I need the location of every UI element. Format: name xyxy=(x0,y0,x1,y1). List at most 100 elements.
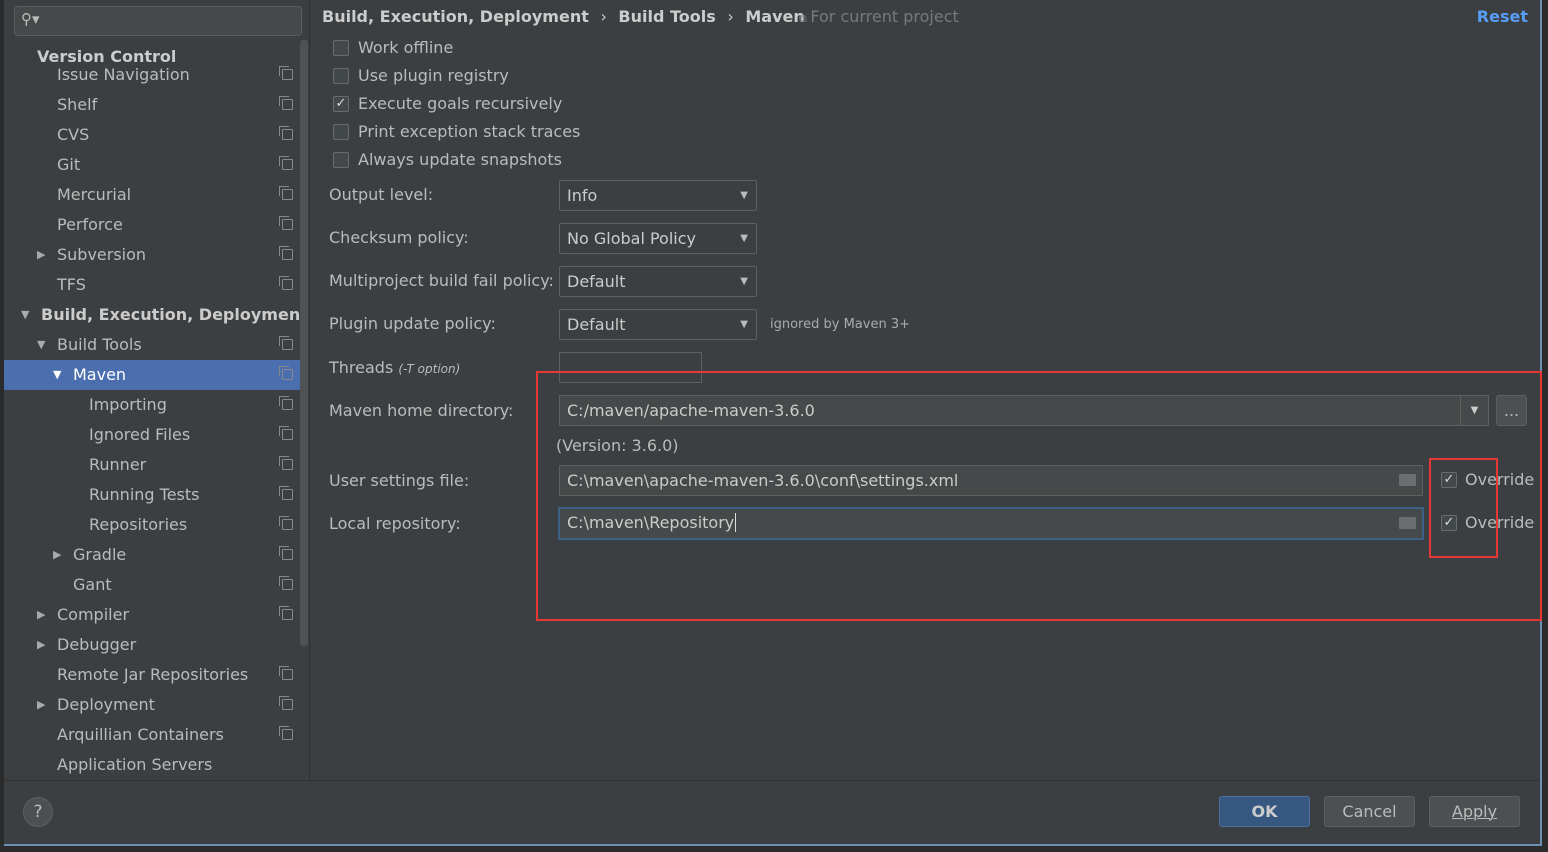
project-scope-icon xyxy=(279,186,293,200)
highlight-box xyxy=(536,371,1542,621)
plugin-update-label: Plugin update policy: xyxy=(329,314,496,333)
breadcrumb: Build, Execution, Deployment › Build Too… xyxy=(322,7,805,26)
option-checkbox-label[interactable]: Use plugin registry xyxy=(358,66,509,85)
sidebar-item[interactable]: Gant xyxy=(4,570,300,600)
sidebar-item-label: Shelf xyxy=(57,95,98,114)
sidebar-item[interactable]: Running Tests xyxy=(4,480,300,510)
sidebar-item[interactable]: TFS xyxy=(4,270,300,300)
plugin-update-value: Default xyxy=(567,315,626,334)
project-scope-icon xyxy=(279,726,293,740)
option-checkbox-label[interactable]: Print exception stack traces xyxy=(358,122,580,141)
search-input[interactable]: ⚲▾ xyxy=(14,6,302,36)
copy-icon: ⧉ xyxy=(799,12,811,25)
sidebar-item-label: Repositories xyxy=(89,515,188,534)
project-scope-icon xyxy=(279,606,293,620)
sidebar-item[interactable]: Mercurial xyxy=(4,180,300,210)
option-checkbox[interactable] xyxy=(333,40,349,56)
sidebar-item[interactable]: Remote Jar Repositories xyxy=(4,660,300,690)
apply-button[interactable]: Apply xyxy=(1429,796,1520,827)
project-scope-icon xyxy=(279,486,293,500)
sidebar-section-header: Version Control xyxy=(37,47,297,66)
plugin-update-select[interactable]: Default ▼ xyxy=(559,309,757,340)
project-scope-icon xyxy=(279,456,293,470)
checksum-policy-select[interactable]: No Global Policy ▼ xyxy=(559,223,757,254)
option-checkbox[interactable] xyxy=(333,152,349,168)
sidebar-item-label: Remote Jar Repositories xyxy=(57,665,249,684)
sidebar-item[interactable]: ▼ Build, Execution, Deployment xyxy=(4,300,308,330)
sidebar-item-label: Perforce xyxy=(57,215,123,234)
sidebar-item[interactable]: Shelf xyxy=(4,90,300,120)
output-level-label: Output level: xyxy=(329,185,434,204)
expanded-arrow-icon[interactable]: ▼ xyxy=(21,300,29,330)
project-scope-icon xyxy=(279,696,293,710)
sidebar-item[interactable]: Ignored Files xyxy=(4,420,300,450)
option-checkbox[interactable]: ✓ xyxy=(333,96,349,112)
ok-button[interactable]: OK xyxy=(1219,796,1310,827)
expanded-arrow-icon[interactable]: ▼ xyxy=(53,360,61,390)
multiproject-value: Default xyxy=(567,272,626,291)
sidebar-item-label: TFS xyxy=(57,275,86,294)
collapsed-arrow-icon[interactable]: ▶ xyxy=(53,540,61,570)
sidebar-item[interactable]: Perforce xyxy=(4,210,300,240)
option-checkbox-label[interactable]: Execute goals recursively xyxy=(358,94,562,113)
sidebar-item[interactable]: Importing xyxy=(4,390,300,420)
sidebar-item[interactable]: ▶ Subversion xyxy=(4,240,300,270)
sidebar-scrollbar[interactable] xyxy=(300,40,308,646)
breadcrumb-item[interactable]: Build Tools xyxy=(618,7,715,26)
breadcrumb-item[interactable]: Build, Execution, Deployment xyxy=(322,7,589,26)
project-scope-icon xyxy=(279,366,293,380)
sidebar-item[interactable]: Git xyxy=(4,150,300,180)
sidebar-item[interactable]: ▶ Debugger xyxy=(4,630,300,660)
option-checkbox-label[interactable]: Always update snapshots xyxy=(358,150,562,169)
project-scope-icon xyxy=(279,546,293,560)
sidebar-item[interactable]: Application Servers xyxy=(4,750,300,780)
multiproject-select[interactable]: Default ▼ xyxy=(559,266,757,297)
scope-text: For current project xyxy=(810,7,959,26)
help-button[interactable]: ? xyxy=(23,797,53,827)
sidebar-item[interactable]: Runner xyxy=(4,450,300,480)
breadcrumb-item: Maven xyxy=(745,7,805,26)
option-checkbox[interactable] xyxy=(333,124,349,140)
dialog-footer: ? OK Cancel Apply xyxy=(4,780,1540,844)
expanded-arrow-icon[interactable]: ▼ xyxy=(37,330,45,360)
option-checkbox-label[interactable]: Work offline xyxy=(358,38,453,57)
chevron-down-icon: ▼ xyxy=(740,276,748,287)
sidebar-item[interactable]: ▼ Maven xyxy=(4,360,300,390)
maven-home-label: Maven home directory: xyxy=(329,401,514,420)
project-scope-icon xyxy=(279,66,293,80)
sidebar-item-label: Gant xyxy=(73,575,112,594)
sidebar-item-label: Git xyxy=(57,155,81,174)
sidebar-item-label: Importing xyxy=(89,395,167,414)
chevron-down-icon: ▼ xyxy=(740,190,748,201)
cancel-button[interactable]: Cancel xyxy=(1324,796,1415,827)
sidebar-item-label: Build, Execution, Deployment xyxy=(41,305,308,324)
sidebar-item[interactable]: ▼ Build Tools xyxy=(4,330,300,360)
sidebar-item[interactable]: Arquillian Containers xyxy=(4,720,300,750)
option-checkbox[interactable] xyxy=(333,68,349,84)
project-scope-icon xyxy=(279,156,293,170)
highlight-box-override xyxy=(1429,458,1498,558)
collapsed-arrow-icon[interactable]: ▶ xyxy=(37,600,45,630)
sidebar-item[interactable]: CVS xyxy=(4,120,300,150)
output-level-select[interactable]: Info ▼ xyxy=(559,180,757,211)
threads-hint: (-T option) xyxy=(398,362,461,376)
project-scope-icon xyxy=(279,216,293,230)
collapsed-arrow-icon[interactable]: ▶ xyxy=(37,690,45,720)
collapsed-arrow-icon[interactable]: ▶ xyxy=(37,240,45,270)
sidebar-item-label: Deployment xyxy=(57,695,155,714)
local-repo-label: Local repository: xyxy=(329,514,461,533)
project-scope-icon xyxy=(279,576,293,590)
sidebar-item-label: Maven xyxy=(73,365,127,384)
project-scope-icon xyxy=(279,246,293,260)
collapsed-arrow-icon[interactable]: ▶ xyxy=(37,630,45,660)
sidebar-item-label: Build Tools xyxy=(57,335,142,354)
reset-link[interactable]: Reset xyxy=(1477,7,1528,26)
search-icon: ⚲▾ xyxy=(21,10,40,28)
sidebar-item[interactable]: ▶ Gradle xyxy=(4,540,300,570)
project-scope-icon xyxy=(279,276,293,290)
sidebar-item[interactable]: ▶ Compiler xyxy=(4,600,300,630)
sidebar-item[interactable]: ▶ Deployment xyxy=(4,690,300,720)
sidebar-item[interactable]: Repositories xyxy=(4,510,300,540)
threads-label: Threads (-T option) xyxy=(329,358,460,377)
settings-sidebar: ⚲▾ Version Control Issue Navigation Shelf… xyxy=(4,0,310,780)
